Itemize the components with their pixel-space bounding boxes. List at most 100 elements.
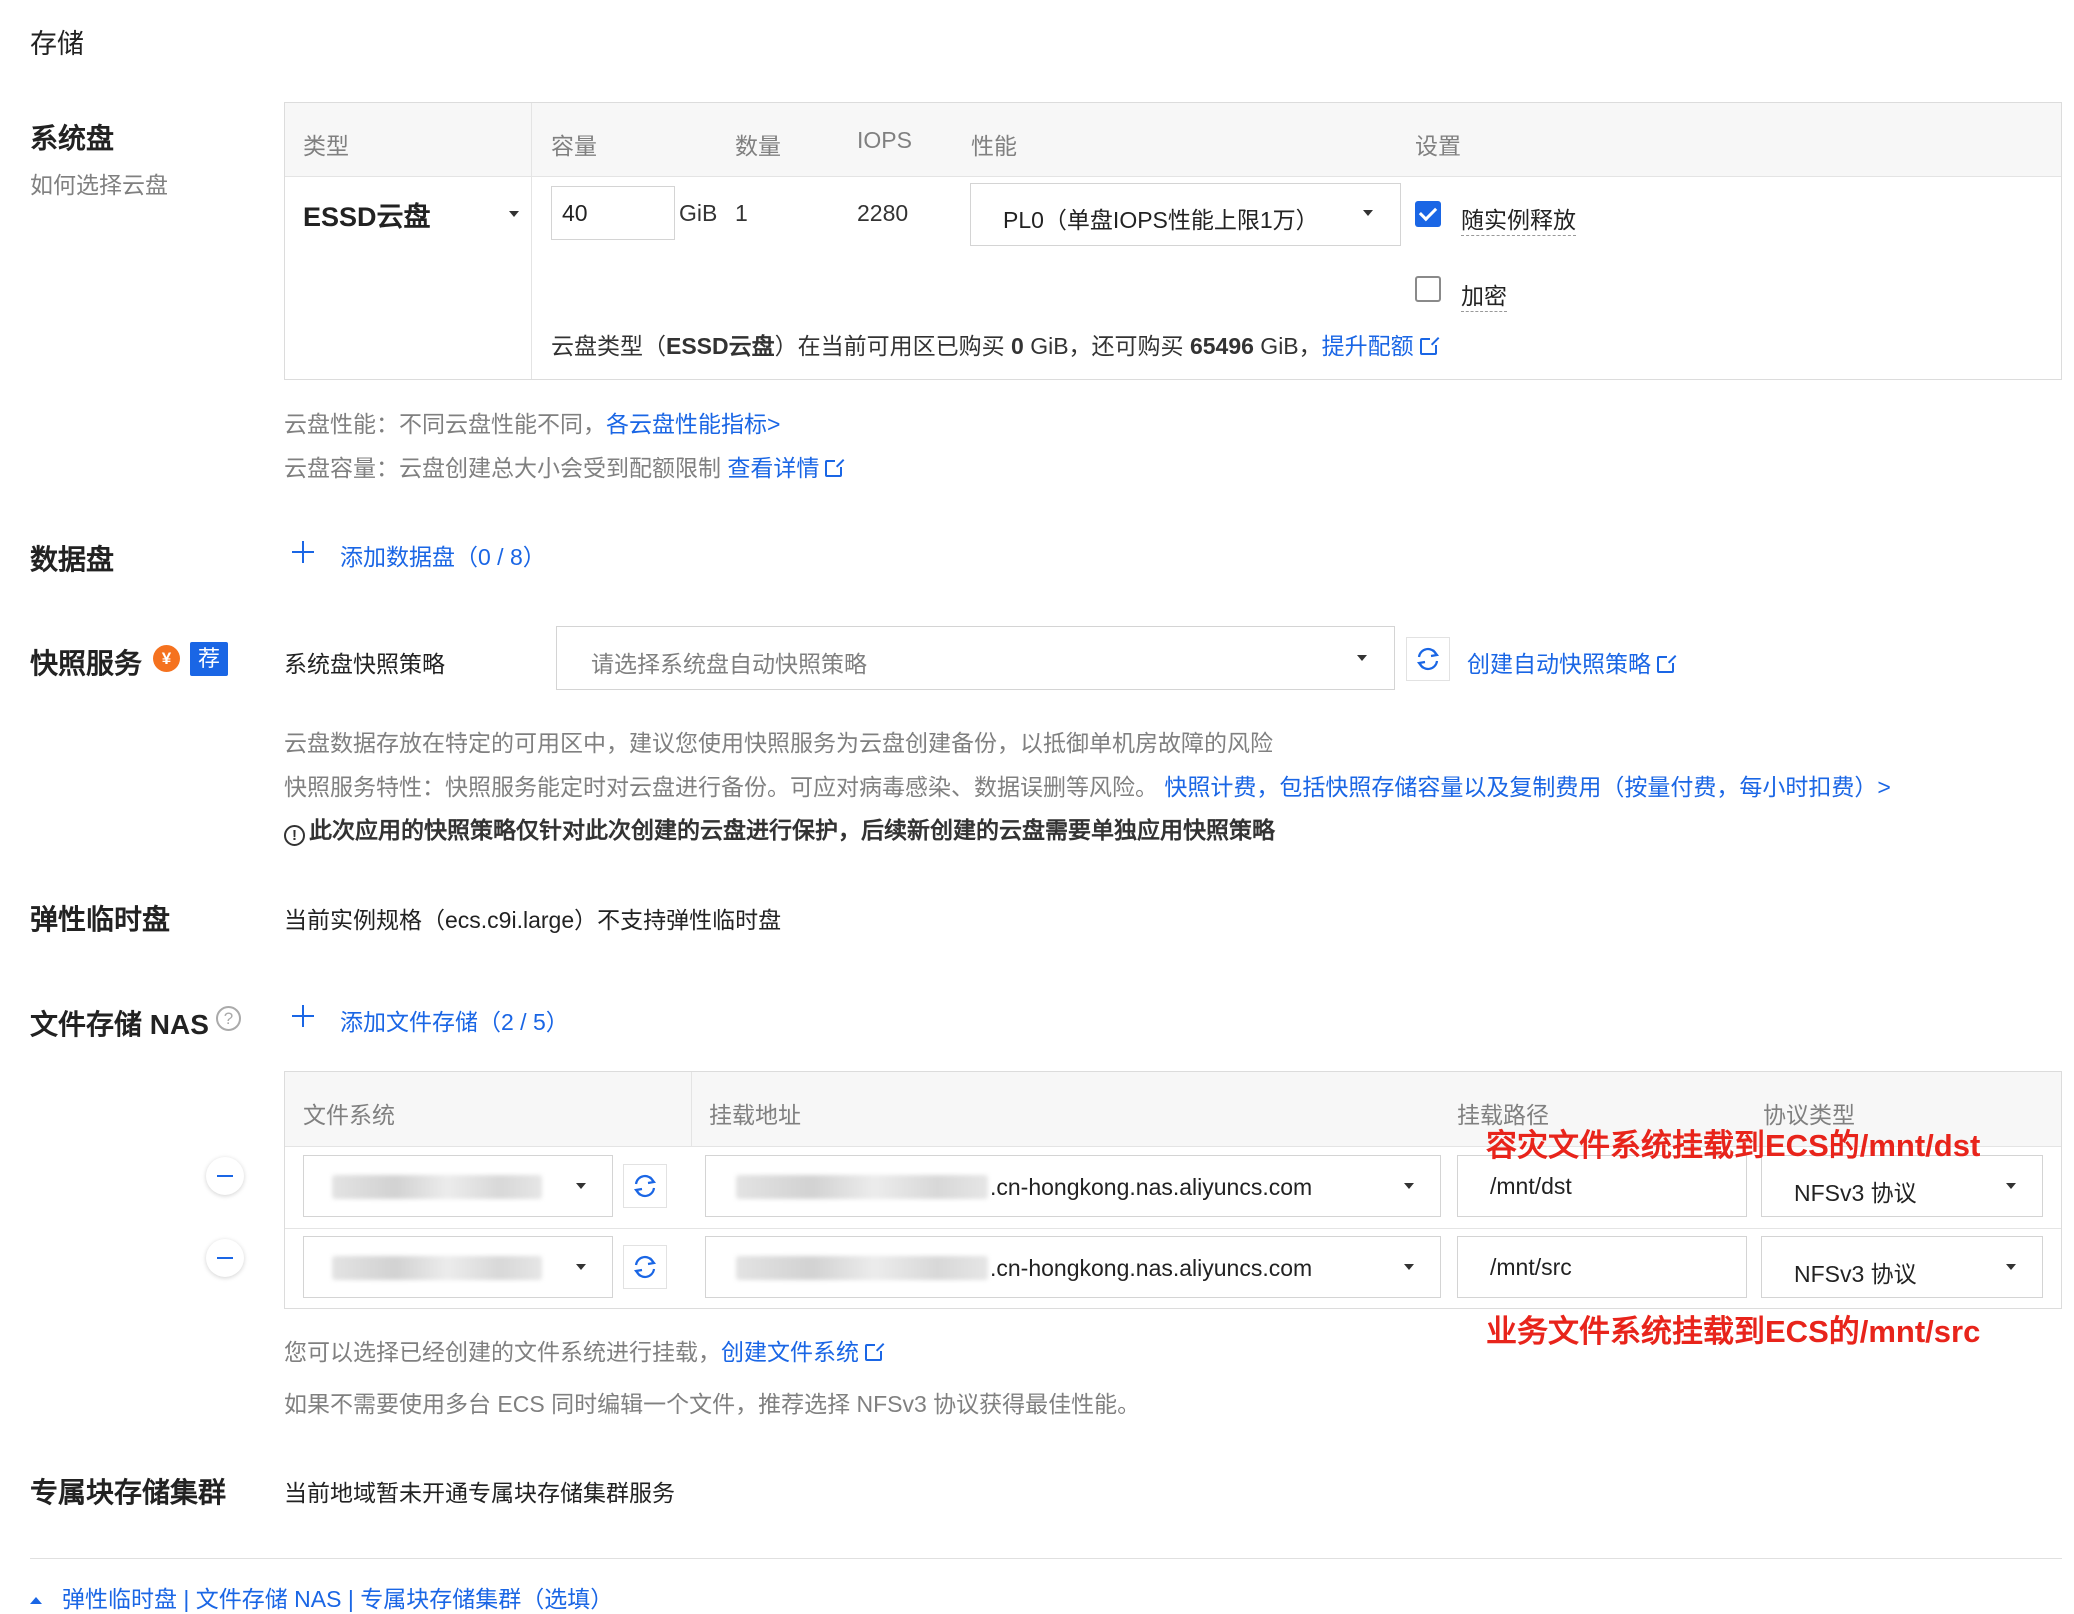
snapshot-warning: ! 此次应用的快照策略仅针对此次创建的云盘进行保护，后续新创建的云盘需要单独应用快… xyxy=(284,811,1275,846)
refresh-icon xyxy=(1416,647,1440,671)
system-disk-help-link[interactable]: 如何选择云盘 xyxy=(30,166,168,200)
warning-icon: ! xyxy=(284,825,305,846)
performance-select[interactable]: PL0（单盘IOPS性能上限1万） xyxy=(970,183,1401,246)
mount-path-input[interactable] xyxy=(1457,1236,1747,1298)
header-divider xyxy=(285,176,2061,177)
help-icon[interactable]: ? xyxy=(216,1006,241,1031)
plus-icon xyxy=(292,1005,314,1027)
nas-table: 文件系统 挂载地址 挂载路径 协议类型 .cn-hongkong.nas.ali… xyxy=(284,1071,2062,1309)
capacity-unit: GiB xyxy=(679,200,718,226)
remove-nas-row-button[interactable] xyxy=(206,1239,244,1277)
mount-address-select[interactable]: .cn-hongkong.nas.aliyuncs.com xyxy=(705,1236,1441,1298)
yen-badge-icon: ¥ xyxy=(153,645,180,672)
redacted-mount-target xyxy=(736,1256,988,1280)
add-nas-link[interactable]: 添加文件存储（2 / 5） xyxy=(340,1003,569,1037)
disk-type-value: ESSD云盘 xyxy=(303,202,431,232)
elastic-temp-disk-note: 当前实例规格（ecs.c9i.large）不支持弹性临时盘 xyxy=(284,907,782,933)
encrypt-label: 加密 xyxy=(1461,277,1507,312)
external-link-icon xyxy=(825,458,845,477)
external-link-icon xyxy=(865,1342,884,1361)
encrypt-checkbox[interactable] xyxy=(1415,276,1441,302)
header-settings: 设置 xyxy=(1415,133,1461,159)
chevron-down-icon xyxy=(2006,1183,2016,1189)
perf-note: 云盘性能：不同云盘性能不同，各云盘性能指标> xyxy=(284,411,781,437)
chevron-up-icon xyxy=(30,1597,42,1604)
table-row: .cn-hongkong.nas.aliyuncs.com NFSv3 协议 xyxy=(285,1228,2061,1310)
raise-quota-link[interactable]: 提升配额 xyxy=(1322,333,1439,359)
collapse-optional-link[interactable]: 弹性临时盘 | 文件存储 NAS | 专属块存储集群（选填） xyxy=(30,1580,613,1614)
add-data-disk-link[interactable]: 添加数据盘（0 / 8） xyxy=(340,538,546,572)
chevron-down-icon xyxy=(509,211,519,217)
add-data-disk-button[interactable] xyxy=(292,541,332,569)
snapshot-note-2: 快照服务特性：快照服务能定时对云盘进行备份。可应对病毒感染、数据误删等风险。 快… xyxy=(284,774,1891,800)
protocol-value: NFSv3 协议 xyxy=(1794,1180,1917,1206)
refresh-file-system-button[interactable] xyxy=(623,1164,667,1208)
redacted-mount-target xyxy=(736,1175,988,1199)
snapshot-policy-placeholder: 请选择系统盘自动快照策略 xyxy=(591,651,867,677)
create-file-system-link[interactable]: 创建文件系统 xyxy=(721,1339,884,1365)
header-type: 类型 xyxy=(303,133,349,159)
mount-address-select[interactable]: .cn-hongkong.nas.aliyuncs.com xyxy=(705,1155,1441,1217)
footer-divider xyxy=(30,1558,2062,1559)
column-divider xyxy=(531,103,532,379)
quantity-value: 1 xyxy=(735,200,748,226)
chevron-down-icon xyxy=(1363,210,1373,216)
snapshot-policy-select[interactable]: 请选择系统盘自动快照策略 xyxy=(556,626,1395,690)
chevron-down-icon xyxy=(576,1183,586,1189)
data-disk-label: 数据盘 xyxy=(30,544,115,575)
refresh-icon xyxy=(633,1174,657,1198)
disk-type-select[interactable]: ESSD云盘 xyxy=(303,195,523,235)
elastic-temp-disk-label: 弹性临时盘 xyxy=(30,904,171,935)
redacted-file-system xyxy=(332,1175,542,1199)
refresh-icon xyxy=(633,1255,657,1279)
release-with-instance-label: 随实例释放 xyxy=(1461,201,1576,236)
nas-note-1: 您可以选择已经创建的文件系统进行挂载，创建文件系统 xyxy=(284,1333,884,1367)
column-divider xyxy=(691,1072,692,1146)
system-disk-label: 系统盘 xyxy=(30,123,115,154)
add-nas-button[interactable] xyxy=(292,1005,332,1033)
dedicated-cluster-label: 专属块存储集群 xyxy=(30,1477,227,1508)
redacted-file-system xyxy=(332,1256,542,1280)
file-system-select[interactable] xyxy=(303,1155,613,1217)
protocol-select[interactable]: NFSv3 协议 xyxy=(1761,1236,2043,1298)
checkmark-icon xyxy=(1418,202,1438,222)
file-system-select[interactable] xyxy=(303,1236,613,1298)
snapshot-label: 快照服务 xyxy=(30,648,143,679)
performance-value: PL0（单盘IOPS性能上限1万） xyxy=(1003,207,1319,233)
quota-line: 云盘类型（ESSD云盘）在当前可用区已购买 0 GiB，还可购买 65496 G… xyxy=(551,327,1439,361)
snapshot-billing-link[interactable]: 快照计费，包括快照存储容量以及复制费用（按量付费，每小时扣费）> xyxy=(1164,774,1890,800)
capacity-input[interactable] xyxy=(551,186,675,240)
header-mount-address: 挂载地址 xyxy=(709,1102,801,1128)
nas-label: 文件存储 NAS xyxy=(30,1009,209,1040)
dedicated-cluster-note: 当前地域暂未开通专属块存储集群服务 xyxy=(284,1480,675,1506)
header-performance: 性能 xyxy=(971,133,1017,159)
release-with-instance-checkbox[interactable] xyxy=(1415,201,1441,227)
header-file-system: 文件系统 xyxy=(303,1102,395,1128)
plus-icon xyxy=(292,541,314,563)
remove-nas-row-button[interactable] xyxy=(206,1157,244,1195)
chevron-down-icon xyxy=(2006,1264,2016,1270)
create-snapshot-policy-link[interactable]: 创建自动快照策略 xyxy=(1467,645,1676,679)
chevron-down-icon xyxy=(1404,1183,1414,1189)
system-disk-table: 类型 容量 数量 IOPS 性能 设置 ESSD云盘 GiB 1 2280 PL… xyxy=(284,102,2062,380)
mount-address-suffix: .cn-hongkong.nas.aliyuncs.com xyxy=(990,1174,1313,1200)
mount-address-suffix: .cn-hongkong.nas.aliyuncs.com xyxy=(990,1255,1313,1281)
snapshot-policy-label: 系统盘快照策略 xyxy=(284,651,445,677)
refresh-file-system-button[interactable] xyxy=(623,1245,667,1289)
external-link-icon xyxy=(1657,654,1676,673)
snapshot-note-1: 云盘数据存放在特定的可用区中，建议您使用快照服务为云盘创建备份，以抵御单机房故障… xyxy=(284,730,1273,756)
header-iops: IOPS xyxy=(857,127,912,153)
annotation-dst: 容灾文件系统挂载到ECS的/mnt/dst xyxy=(1486,1128,1981,1163)
nas-note-2: 如果不需要使用多台 ECS 同时编辑一个文件，推荐选择 NFSv3 协议获得最佳… xyxy=(284,1391,1141,1417)
recommend-badge: 荐 xyxy=(190,642,228,676)
external-link-icon xyxy=(1419,336,1439,355)
header-quantity: 数量 xyxy=(735,133,781,159)
capacity-note: 云盘容量：云盘创建总大小会受到配额限制 查看详情 xyxy=(284,449,845,483)
refresh-snapshot-button[interactable] xyxy=(1406,637,1450,681)
chevron-down-icon xyxy=(1357,655,1367,661)
header-capacity: 容量 xyxy=(551,133,597,159)
chevron-down-icon xyxy=(1404,1264,1414,1270)
view-details-link[interactable]: 查看详情 xyxy=(727,455,845,481)
disk-perf-link[interactable]: 各云盘性能指标> xyxy=(606,411,780,437)
chevron-down-icon xyxy=(576,1264,586,1270)
